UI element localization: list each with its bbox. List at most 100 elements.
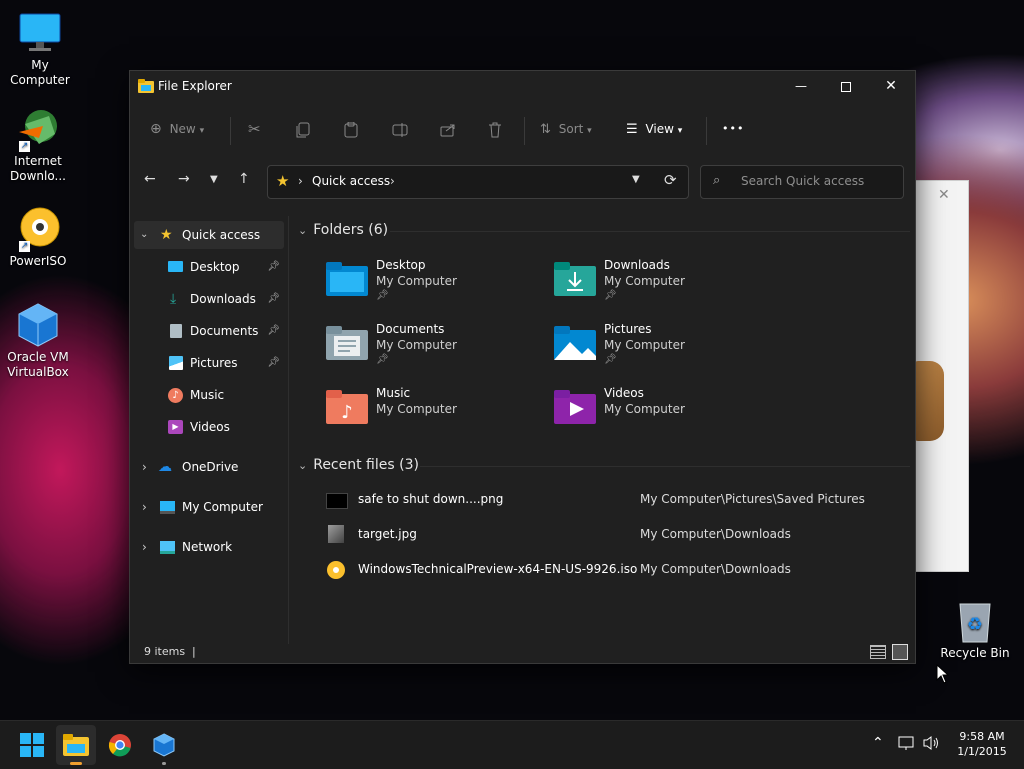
- new-button[interactable]: ⊕ New ▾: [150, 117, 204, 141]
- recent-files-section-header[interactable]: ⌄ Recent files (3): [298, 457, 419, 473]
- sidebar-item-desktop[interactable]: Desktop 📌︎: [134, 253, 284, 281]
- more-options-button[interactable]: •••: [722, 117, 744, 141]
- folder-tile-music[interactable]: ♪ Music My Computer: [326, 384, 546, 440]
- share-icon: [440, 124, 455, 136]
- title-bar[interactable]: File Explorer — ✕: [130, 71, 915, 103]
- arrow-right-icon: →: [178, 171, 190, 187]
- folders-section-header[interactable]: ⌄ Folders (6): [298, 222, 388, 238]
- pictures-folder-icon: [554, 326, 596, 360]
- star-icon: ★: [160, 227, 173, 243]
- close-icon[interactable]: ✕: [938, 187, 950, 203]
- speaker-icon: [923, 736, 938, 750]
- document-icon: [170, 324, 182, 338]
- search-box[interactable]: ⌕ Search Quick access: [700, 165, 904, 199]
- close-button[interactable]: ✕: [868, 71, 914, 101]
- copy-icon: [296, 122, 310, 137]
- documents-folder-icon: [326, 326, 368, 360]
- folder-tile-pictures[interactable]: Pictures My Computer 📌︎: [554, 320, 774, 376]
- svg-text:♪: ♪: [341, 402, 353, 423]
- network-tray-button[interactable]: [898, 735, 916, 755]
- pin-icon: 📌︎: [376, 290, 389, 301]
- pin-icon: 📌︎: [267, 325, 280, 336]
- chevron-down-icon: ▾: [677, 126, 683, 136]
- recent-file-row[interactable]: safe to shut down....png My Computer\Pic…: [326, 488, 896, 512]
- chrome-icon: [108, 734, 131, 757]
- folder-icon: [63, 734, 89, 756]
- taskbar-chrome[interactable]: [100, 725, 140, 765]
- taskbar-virtualbox[interactable]: [144, 725, 184, 765]
- svg-text:♻: ♻: [967, 614, 983, 635]
- desktop-icon-poweriso[interactable]: ↗ PowerISO: [0, 206, 78, 269]
- picture-icon: [169, 356, 183, 370]
- chevron-down-icon: ▼: [210, 174, 218, 185]
- toolbar-separator: [706, 117, 707, 145]
- share-button[interactable]: [440, 117, 456, 141]
- chevron-down-icon: ⌄: [298, 224, 308, 237]
- back-button[interactable]: ←: [144, 171, 156, 187]
- desktop-icon-virtualbox[interactable]: Oracle VM VirtualBox: [0, 302, 78, 380]
- folder-tile-documents[interactable]: Documents My Computer 📌︎: [326, 320, 546, 376]
- pin-icon: 📌︎: [267, 261, 280, 272]
- arrow-up-icon: ↑: [238, 171, 250, 187]
- search-input[interactable]: Search Quick access: [741, 174, 864, 188]
- refresh-button[interactable]: ⟳: [664, 171, 677, 189]
- address-bar[interactable]: ★ › Quick access › ▼ ⟳: [267, 165, 689, 199]
- file-explorer-window[interactable]: File Explorer — ✕ ⊕ New ▾ ✂ ⇅ Sort ▾ ☰ V…: [129, 70, 916, 664]
- clock[interactable]: 9:58 AM 1/1/2015: [950, 729, 1014, 759]
- desktop-folder-icon: [326, 262, 368, 296]
- rename-icon: [392, 122, 408, 137]
- taskbar-file-explorer[interactable]: [56, 725, 96, 765]
- folder-tile-downloads[interactable]: Downloads My Computer 📌︎: [554, 256, 774, 312]
- status-bar: 9 items |: [130, 643, 915, 663]
- view-button[interactable]: ☰ View ▾: [626, 117, 682, 141]
- desktop-icon-recycle-bin[interactable]: ♻ Recycle Bin: [935, 598, 1015, 661]
- disc-image-icon: [327, 561, 345, 579]
- music-folder-icon: ♪: [326, 390, 368, 424]
- up-button[interactable]: ↑: [238, 171, 250, 187]
- paste-button[interactable]: [344, 117, 358, 141]
- recent-file-row[interactable]: target.jpg My Computer\Downloads: [326, 523, 896, 547]
- sidebar-item-onedrive[interactable]: › ☁ OneDrive: [134, 453, 284, 481]
- folder-tile-desktop[interactable]: Desktop My Computer 📌︎: [326, 256, 546, 312]
- sidebar-item-network[interactable]: › Network: [134, 533, 284, 561]
- active-indicator: [70, 762, 82, 765]
- desktop-icon-label: Oracle VM VirtualBox: [7, 350, 69, 379]
- sidebar-item-pictures[interactable]: Pictures 📌︎: [134, 349, 284, 377]
- copy-button[interactable]: [296, 117, 310, 141]
- sidebar-item-downloads[interactable]: ⤓ Downloads 📌︎: [134, 285, 284, 313]
- pin-icon: 📌︎: [376, 354, 389, 365]
- clock-time: 9:58 AM: [959, 730, 1005, 743]
- recent-file-row[interactable]: WindowsTechnicalPreview-x64-EN-US-9926.i…: [326, 558, 896, 582]
- show-hidden-icons-button[interactable]: ⌃: [872, 735, 884, 751]
- folder-tile-videos[interactable]: Videos My Computer: [554, 384, 774, 440]
- volume-button[interactable]: [922, 735, 940, 755]
- delete-button[interactable]: [488, 117, 502, 141]
- chevron-down-icon: ▾: [587, 126, 592, 136]
- sort-button[interactable]: ⇅ Sort ▾: [540, 117, 592, 141]
- sidebar-item-my-computer[interactable]: › My Computer: [134, 493, 284, 521]
- rename-button[interactable]: [392, 117, 408, 141]
- virtualbox-icon: [153, 733, 175, 757]
- sidebar-item-quick-access[interactable]: ⌄ ★ Quick access: [134, 221, 284, 249]
- cloud-icon: ☁: [158, 459, 172, 475]
- address-location[interactable]: Quick access: [312, 174, 390, 188]
- address-dropdown-button[interactable]: ▼: [632, 174, 640, 185]
- cut-button[interactable]: ✂: [248, 117, 261, 141]
- recent-locations-button[interactable]: ▼: [210, 174, 218, 185]
- minimize-button[interactable]: —: [778, 71, 824, 101]
- sidebar-item-documents[interactable]: Documents 📌︎: [134, 317, 284, 345]
- folder-icon: [138, 79, 154, 96]
- start-button[interactable]: [12, 725, 52, 765]
- details-view-button[interactable]: [870, 645, 886, 659]
- desktop-icon-my-computer[interactable]: My Computer: [0, 10, 80, 88]
- tiles-view-button[interactable]: [892, 644, 908, 660]
- sidebar-item-videos[interactable]: ▶ Videos: [134, 413, 284, 441]
- recycle-bin-icon: ♻: [952, 598, 998, 644]
- background-window[interactable]: ✕: [913, 180, 969, 572]
- maximize-button[interactable]: [823, 71, 869, 101]
- desktop-icon-internet-download[interactable]: ↗ Internet Downlo...: [0, 106, 78, 184]
- forward-button[interactable]: →: [178, 171, 190, 187]
- sidebar-item-music[interactable]: ♪ Music: [134, 381, 284, 409]
- maximize-icon: [841, 81, 851, 92]
- background-window-artwork: [914, 361, 944, 441]
